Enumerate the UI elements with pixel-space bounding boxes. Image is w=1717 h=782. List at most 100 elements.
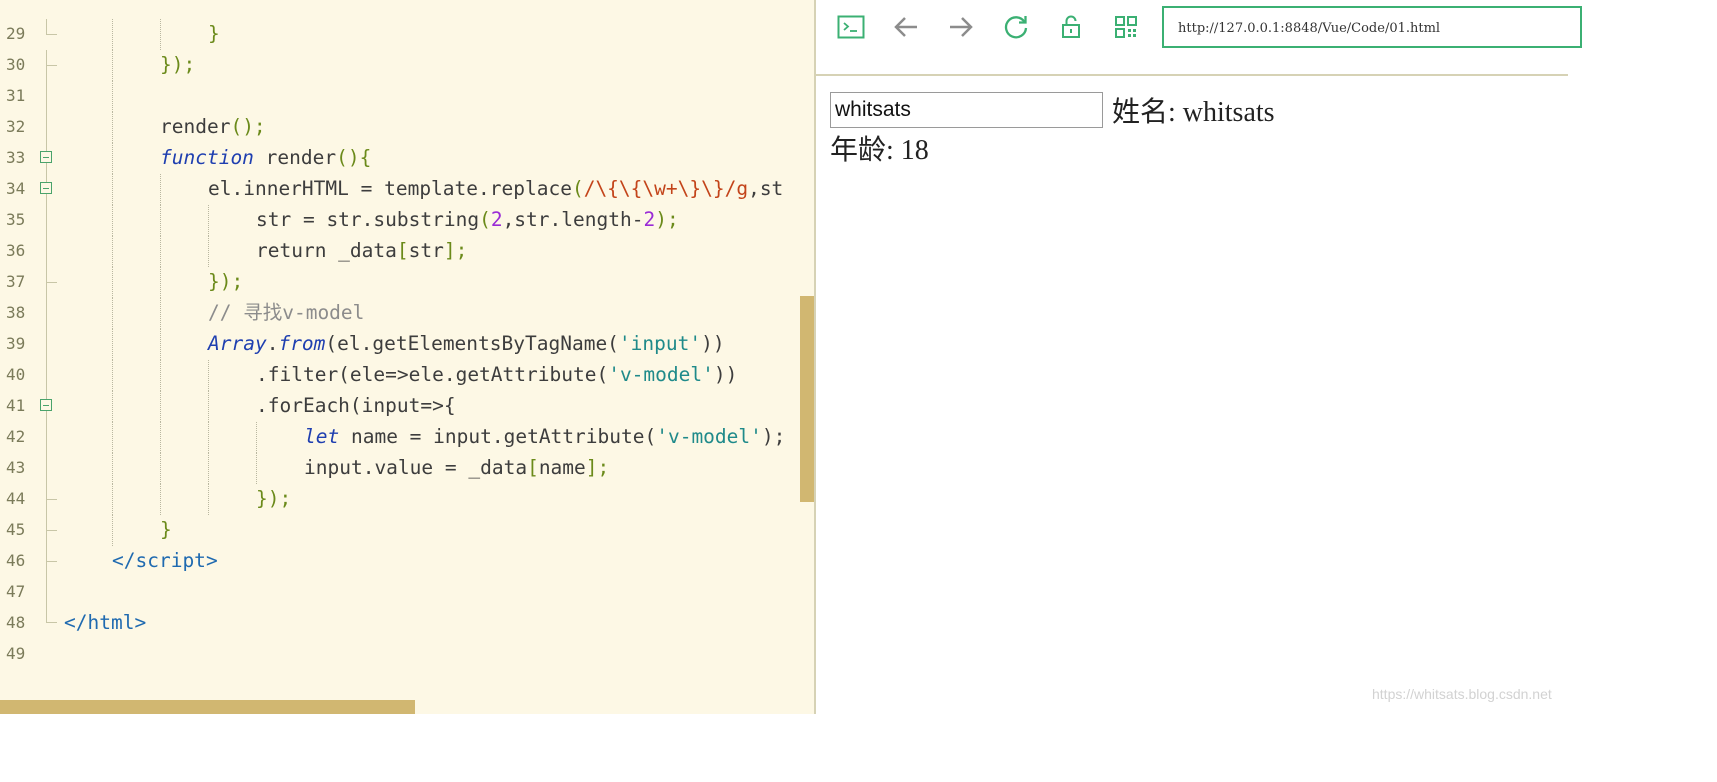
line-number: 35 bbox=[6, 210, 26, 229]
line-number: 32 bbox=[6, 117, 26, 136]
indent-guide bbox=[208, 453, 209, 484]
code-line: 49 bbox=[0, 639, 815, 670]
indent-guide bbox=[112, 360, 113, 391]
line-number: 41 bbox=[6, 396, 26, 415]
code-line: 33 function render(){ bbox=[0, 143, 815, 174]
forward-arrow-icon[interactable] bbox=[946, 12, 976, 42]
fold-guide bbox=[46, 422, 47, 453]
indent-guide bbox=[112, 50, 113, 81]
code-line: 48 </html> bbox=[0, 608, 815, 639]
page-content: 姓名: whitsats 年龄: 18 https://whitsats.blo… bbox=[816, 76, 1568, 714]
line-number: 44 bbox=[6, 489, 26, 508]
fold-guide bbox=[46, 34, 57, 35]
name-display: 姓名: whitsats bbox=[1112, 97, 1275, 128]
code-editor[interactable]: 29 } 30 }); 31 32 render(); 33 function … bbox=[0, 0, 815, 714]
line-number: 42 bbox=[6, 427, 26, 446]
line-number: 30 bbox=[6, 55, 26, 74]
line-number: 36 bbox=[6, 241, 26, 260]
fold-guide bbox=[46, 19, 47, 35]
fold-guide bbox=[46, 236, 47, 267]
code-line: 29 } bbox=[0, 19, 815, 50]
code-line: 32 render(); bbox=[0, 112, 815, 143]
line-number: 37 bbox=[6, 272, 26, 291]
line-number: 39 bbox=[6, 334, 26, 353]
browser-toolbar: http://127.0.0.1:8848/Vue/Code/01.html bbox=[816, 0, 1582, 76]
code-line: 31 bbox=[0, 81, 815, 112]
code-line: 30 }); bbox=[0, 50, 815, 81]
line-number: 38 bbox=[6, 303, 26, 322]
fold-guide bbox=[46, 561, 57, 562]
indent-guide bbox=[208, 391, 209, 422]
refresh-icon[interactable] bbox=[1001, 12, 1031, 42]
url-text: http://127.0.0.1:8848/Vue/Code/01.html bbox=[1178, 21, 1441, 36]
indent-guide bbox=[112, 81, 113, 112]
code-line: 47 bbox=[0, 577, 815, 608]
indent-guide bbox=[160, 453, 161, 484]
fold-guide bbox=[46, 282, 57, 283]
indent-guide bbox=[112, 174, 113, 205]
indent-guide bbox=[160, 422, 161, 453]
indent-guide bbox=[160, 236, 161, 267]
code-line: 40 .filter(ele=>ele.getAttribute('v-mode… bbox=[0, 360, 815, 391]
indent-guide bbox=[160, 298, 161, 329]
line-number: 34 bbox=[6, 179, 26, 198]
indent-guide bbox=[160, 205, 161, 236]
fold-collapse-icon[interactable] bbox=[40, 182, 52, 194]
watermark: https://whitsats.blog.csdn.net bbox=[1372, 686, 1552, 702]
line-number: 43 bbox=[6, 458, 26, 477]
line-number: 47 bbox=[6, 582, 26, 601]
indent-guide bbox=[112, 298, 113, 329]
indent-guide bbox=[112, 112, 113, 143]
fold-guide bbox=[46, 329, 47, 360]
fold-guide bbox=[46, 530, 57, 531]
fold-collapse-icon[interactable] bbox=[40, 151, 52, 163]
indent-guide bbox=[160, 174, 161, 205]
indent-guide bbox=[112, 422, 113, 453]
indent-guide bbox=[112, 391, 113, 422]
code-line: 45 } bbox=[0, 515, 815, 546]
indent-guide bbox=[208, 236, 209, 267]
terminal-icon[interactable] bbox=[836, 12, 866, 42]
address-bar[interactable]: http://127.0.0.1:8848/Vue/Code/01.html bbox=[1162, 6, 1582, 48]
line-number: 33 bbox=[6, 148, 26, 167]
fold-guide bbox=[46, 205, 47, 236]
indent-guide bbox=[160, 19, 161, 50]
fold-guide bbox=[46, 360, 47, 391]
line-number: 31 bbox=[6, 86, 26, 105]
fold-guide bbox=[46, 608, 57, 623]
code-line: 38 // 寻找v-model bbox=[0, 298, 815, 329]
fold-guide bbox=[46, 112, 47, 143]
indent-guide bbox=[160, 391, 161, 422]
code-line: 39 Array.from(el.getElementsByTagName('i… bbox=[0, 329, 815, 360]
back-arrow-icon[interactable] bbox=[891, 12, 921, 42]
indent-guide bbox=[208, 360, 209, 391]
age-display: 年龄: 18 bbox=[830, 135, 929, 166]
fold-collapse-icon[interactable] bbox=[40, 399, 52, 411]
indent-guide bbox=[112, 267, 113, 298]
fold-guide bbox=[46, 65, 57, 66]
line-number: 40 bbox=[6, 365, 26, 384]
code-line: 37 }); bbox=[0, 267, 815, 298]
code-line: 42 let name = input.getAttribute('v-mode… bbox=[0, 422, 815, 453]
indent-guide bbox=[256, 453, 257, 484]
indent-guide bbox=[112, 453, 113, 484]
line-number: 45 bbox=[6, 520, 26, 539]
qr-code-icon[interactable] bbox=[1111, 12, 1141, 42]
indent-guide bbox=[208, 422, 209, 453]
name-input[interactable] bbox=[830, 92, 1103, 128]
horizontal-scrollbar[interactable] bbox=[0, 700, 415, 714]
indent-guide bbox=[160, 329, 161, 360]
unlock-icon[interactable] bbox=[1056, 12, 1086, 42]
indent-guide bbox=[112, 329, 113, 360]
indent-guide bbox=[160, 360, 161, 391]
code-comment: // 寻找v-model bbox=[208, 301, 365, 324]
code-line: 35 str = str.substring(2,str.length-2); bbox=[0, 205, 815, 236]
indent-guide bbox=[112, 484, 113, 515]
indent-guide bbox=[112, 143, 113, 174]
fold-guide bbox=[46, 81, 47, 112]
fold-guide bbox=[46, 577, 47, 608]
vertical-scrollbar[interactable] bbox=[800, 296, 814, 502]
code-line: 36 return _data[str]; bbox=[0, 236, 815, 267]
browser-preview: http://127.0.0.1:8848/Vue/Code/01.html 姓… bbox=[816, 0, 1582, 714]
code-line: 41 .forEach(input=>{ bbox=[0, 391, 815, 422]
